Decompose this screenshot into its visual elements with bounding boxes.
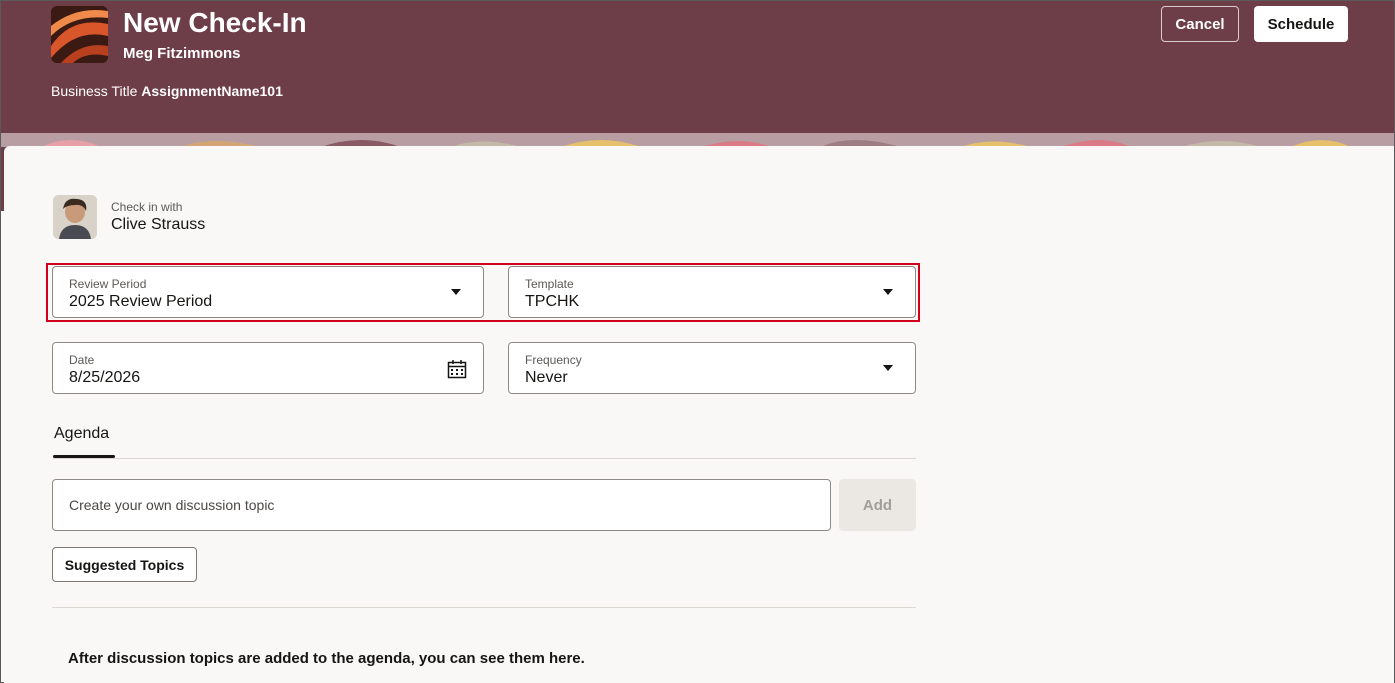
highlight-box (46, 263, 920, 322)
employee-avatar (51, 6, 108, 63)
frequency-select[interactable]: Frequency Never (508, 342, 916, 394)
page-title: New Check-In (123, 7, 307, 38)
date-label: Date (69, 353, 95, 367)
business-title-label: Business Title (51, 83, 138, 99)
section-divider (52, 607, 916, 608)
date-field[interactable]: Date 8/25/2026 (52, 342, 484, 394)
check-in-with-name: Clive Strauss (111, 216, 206, 233)
tab-agenda[interactable]: Agenda (54, 425, 109, 443)
check-in-with-label: Check in with (111, 200, 183, 214)
main-content (4, 146, 1394, 683)
suggested-topics-button[interactable]: Suggested Topics (52, 547, 197, 582)
date-value: 8/25/2026 (69, 369, 141, 386)
chevron-down-icon[interactable] (883, 365, 893, 371)
calendar-icon[interactable] (447, 359, 467, 379)
add-topic-button[interactable]: Add (839, 479, 916, 531)
tab-divider (53, 458, 916, 459)
header-pattern (1, 133, 1394, 147)
frequency-value: Never (525, 369, 568, 386)
cancel-button[interactable]: Cancel (1161, 6, 1239, 42)
discussion-topic-input[interactable] (52, 479, 831, 531)
manager-avatar (53, 195, 97, 239)
employee-name: Meg Fitzimmons (123, 45, 241, 62)
business-title: Business Title AssignmentName101 (51, 83, 283, 99)
schedule-button[interactable]: Schedule (1254, 6, 1348, 42)
agenda-empty-message: After discussion topics are added to the… (68, 650, 585, 667)
business-title-value: AssignmentName101 (141, 83, 283, 99)
frequency-label: Frequency (525, 353, 582, 367)
